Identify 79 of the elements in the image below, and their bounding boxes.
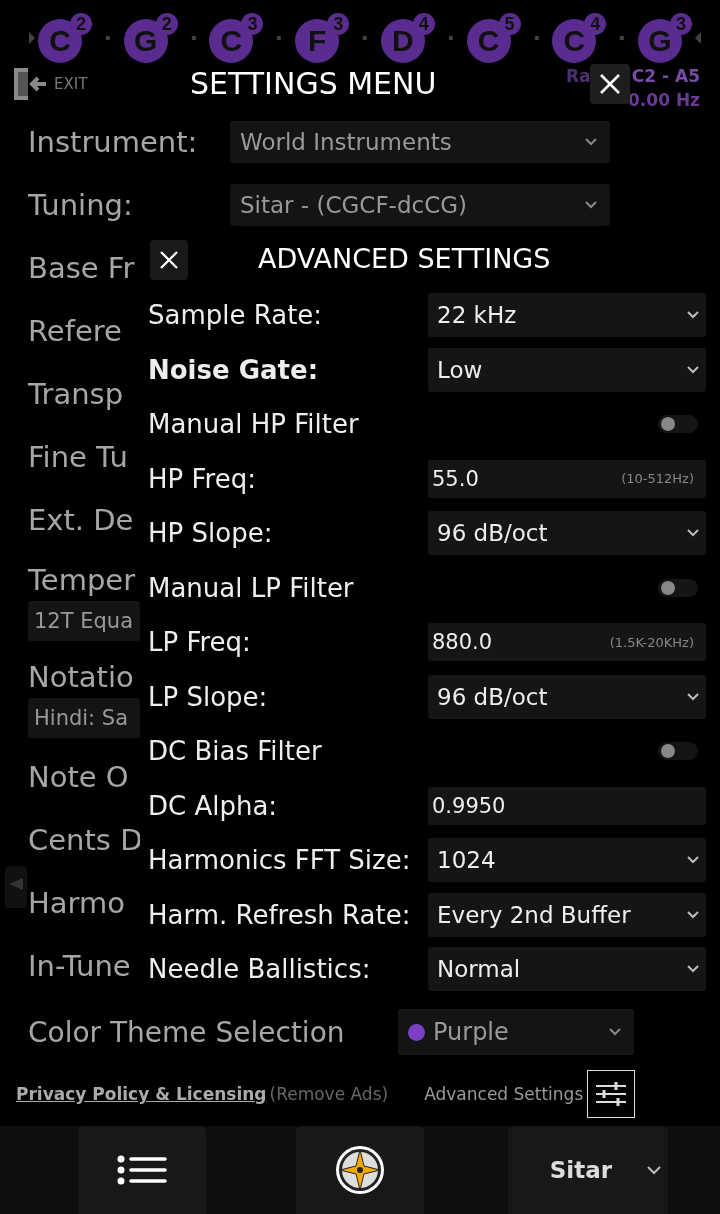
- setting-label: Tuning:: [28, 187, 133, 222]
- chevron-down-icon: [686, 964, 700, 975]
- setting-label: Notatio: [28, 659, 134, 696]
- compass-button[interactable]: [296, 1126, 424, 1214]
- setting-label: Harm. Refresh Rate:: [148, 899, 411, 930]
- close-button[interactable]: [590, 64, 630, 104]
- toggle-switch[interactable]: [658, 578, 698, 597]
- compass-icon: [335, 1145, 385, 1195]
- setting-label: LP Freq:: [148, 627, 251, 658]
- setting-label: LP Slope:: [148, 681, 268, 712]
- chevron-down-icon: [686, 364, 700, 375]
- close-icon: [599, 73, 621, 95]
- setting-label: Needle Ballistics:: [148, 954, 371, 985]
- range-label: Ra: [566, 66, 591, 86]
- privacy-link[interactable]: Privacy Policy & Licensing: [16, 1084, 267, 1104]
- setting-label: Fine Tu: [28, 439, 128, 474]
- input-field[interactable]: 55.0 (10-512Hz): [428, 459, 706, 498]
- caret-icon: [28, 31, 36, 45]
- range-value: C2 - A5: [631, 66, 700, 86]
- chevron-down-icon: [686, 691, 700, 702]
- setting-label: Color Theme Selection: [28, 1015, 345, 1049]
- toggle-switch[interactable]: [658, 415, 698, 434]
- caret-icon: [694, 31, 703, 45]
- exit-label[interactable]: EXIT: [54, 75, 88, 93]
- input-field[interactable]: 0.9950: [428, 786, 706, 825]
- setting-dropdown[interactable]: Sitar - (CGCF-dcCG): [230, 183, 610, 226]
- setting-dropdown[interactable]: 22 kHz: [428, 293, 706, 338]
- setting-dropdown[interactable]: Every 2nd Buffer: [428, 892, 706, 937]
- close-button[interactable]: [150, 240, 188, 280]
- frequency-value: 0.00 Hz: [628, 90, 700, 110]
- setting-label: Temper: [28, 562, 136, 599]
- setting-dropdown[interactable]: 12T Equa: [28, 601, 140, 641]
- menu-button[interactable]: [78, 1126, 206, 1214]
- chevron-down-icon: [584, 199, 598, 210]
- setting-label: Note O: [28, 759, 129, 794]
- chevron-down-icon: [686, 909, 700, 920]
- setting-label: Manual HP Filter: [148, 409, 359, 440]
- close-icon: [159, 250, 179, 270]
- setting-label: DC Alpha:: [148, 790, 278, 821]
- setting-label: Ext. De: [28, 502, 134, 537]
- remove-ads-note[interactable]: (Remove Ads): [269, 1084, 389, 1104]
- input-field[interactable]: 880.0 (1.5K-20KHz): [428, 623, 706, 662]
- instrument-dropdown[interactable]: Sitar: [508, 1126, 668, 1214]
- setting-label: DC Bias Filter: [148, 736, 322, 767]
- exit-door-icon[interactable]: [12, 66, 48, 102]
- setting-dropdown[interactable]: World Instruments: [230, 120, 610, 163]
- chevron-down-icon: [584, 136, 598, 147]
- dialog-title: ADVANCED SETTINGS: [258, 243, 551, 274]
- setting-label: Harmo: [28, 885, 125, 920]
- chevron-down-icon: [686, 528, 700, 539]
- chevron-down-icon: [646, 1165, 662, 1175]
- setting-label: Transp: [28, 376, 124, 411]
- setting-dropdown[interactable]: Low: [428, 347, 706, 392]
- setting-label: Base Fr: [28, 250, 135, 285]
- setting-dropdown[interactable]: 1024: [428, 838, 706, 883]
- toggle-switch[interactable]: [658, 742, 698, 761]
- menu-title: SETTINGS MENU: [190, 66, 437, 101]
- theme-dropdown[interactable]: Purple: [398, 1009, 634, 1055]
- setting-label: Noise Gate:: [148, 354, 319, 385]
- list-icon: [117, 1155, 167, 1185]
- chevron-down-icon: [686, 310, 700, 321]
- setting-label: HP Freq:: [148, 463, 256, 494]
- sliders-icon: [594, 1081, 629, 1107]
- setting-label: HP Slope:: [148, 518, 273, 549]
- setting-dropdown[interactable]: Hindi: Sa: [28, 698, 140, 738]
- setting-label: In-Tune: [28, 948, 131, 983]
- advanced-settings-label: Advanced Settings: [424, 1084, 584, 1104]
- setting-label: Harmonics FFT Size:: [148, 845, 411, 876]
- setting-dropdown[interactable]: 96 dB/oct: [428, 511, 706, 556]
- setting-dropdown[interactable]: 96 dB/oct: [428, 674, 706, 719]
- setting-label: Sample Rate:: [148, 300, 323, 331]
- sliders-button[interactable]: [587, 1070, 636, 1118]
- setting-label: Refere: [28, 313, 122, 348]
- setting-label: Manual LP Filter: [148, 572, 354, 603]
- chevron-down-icon: [608, 1027, 622, 1037]
- setting-label: Instrument:: [28, 124, 198, 159]
- setting-dropdown[interactable]: Normal: [428, 947, 706, 992]
- setting-label: Cents D: [28, 822, 143, 857]
- chevron-down-icon: [686, 855, 700, 866]
